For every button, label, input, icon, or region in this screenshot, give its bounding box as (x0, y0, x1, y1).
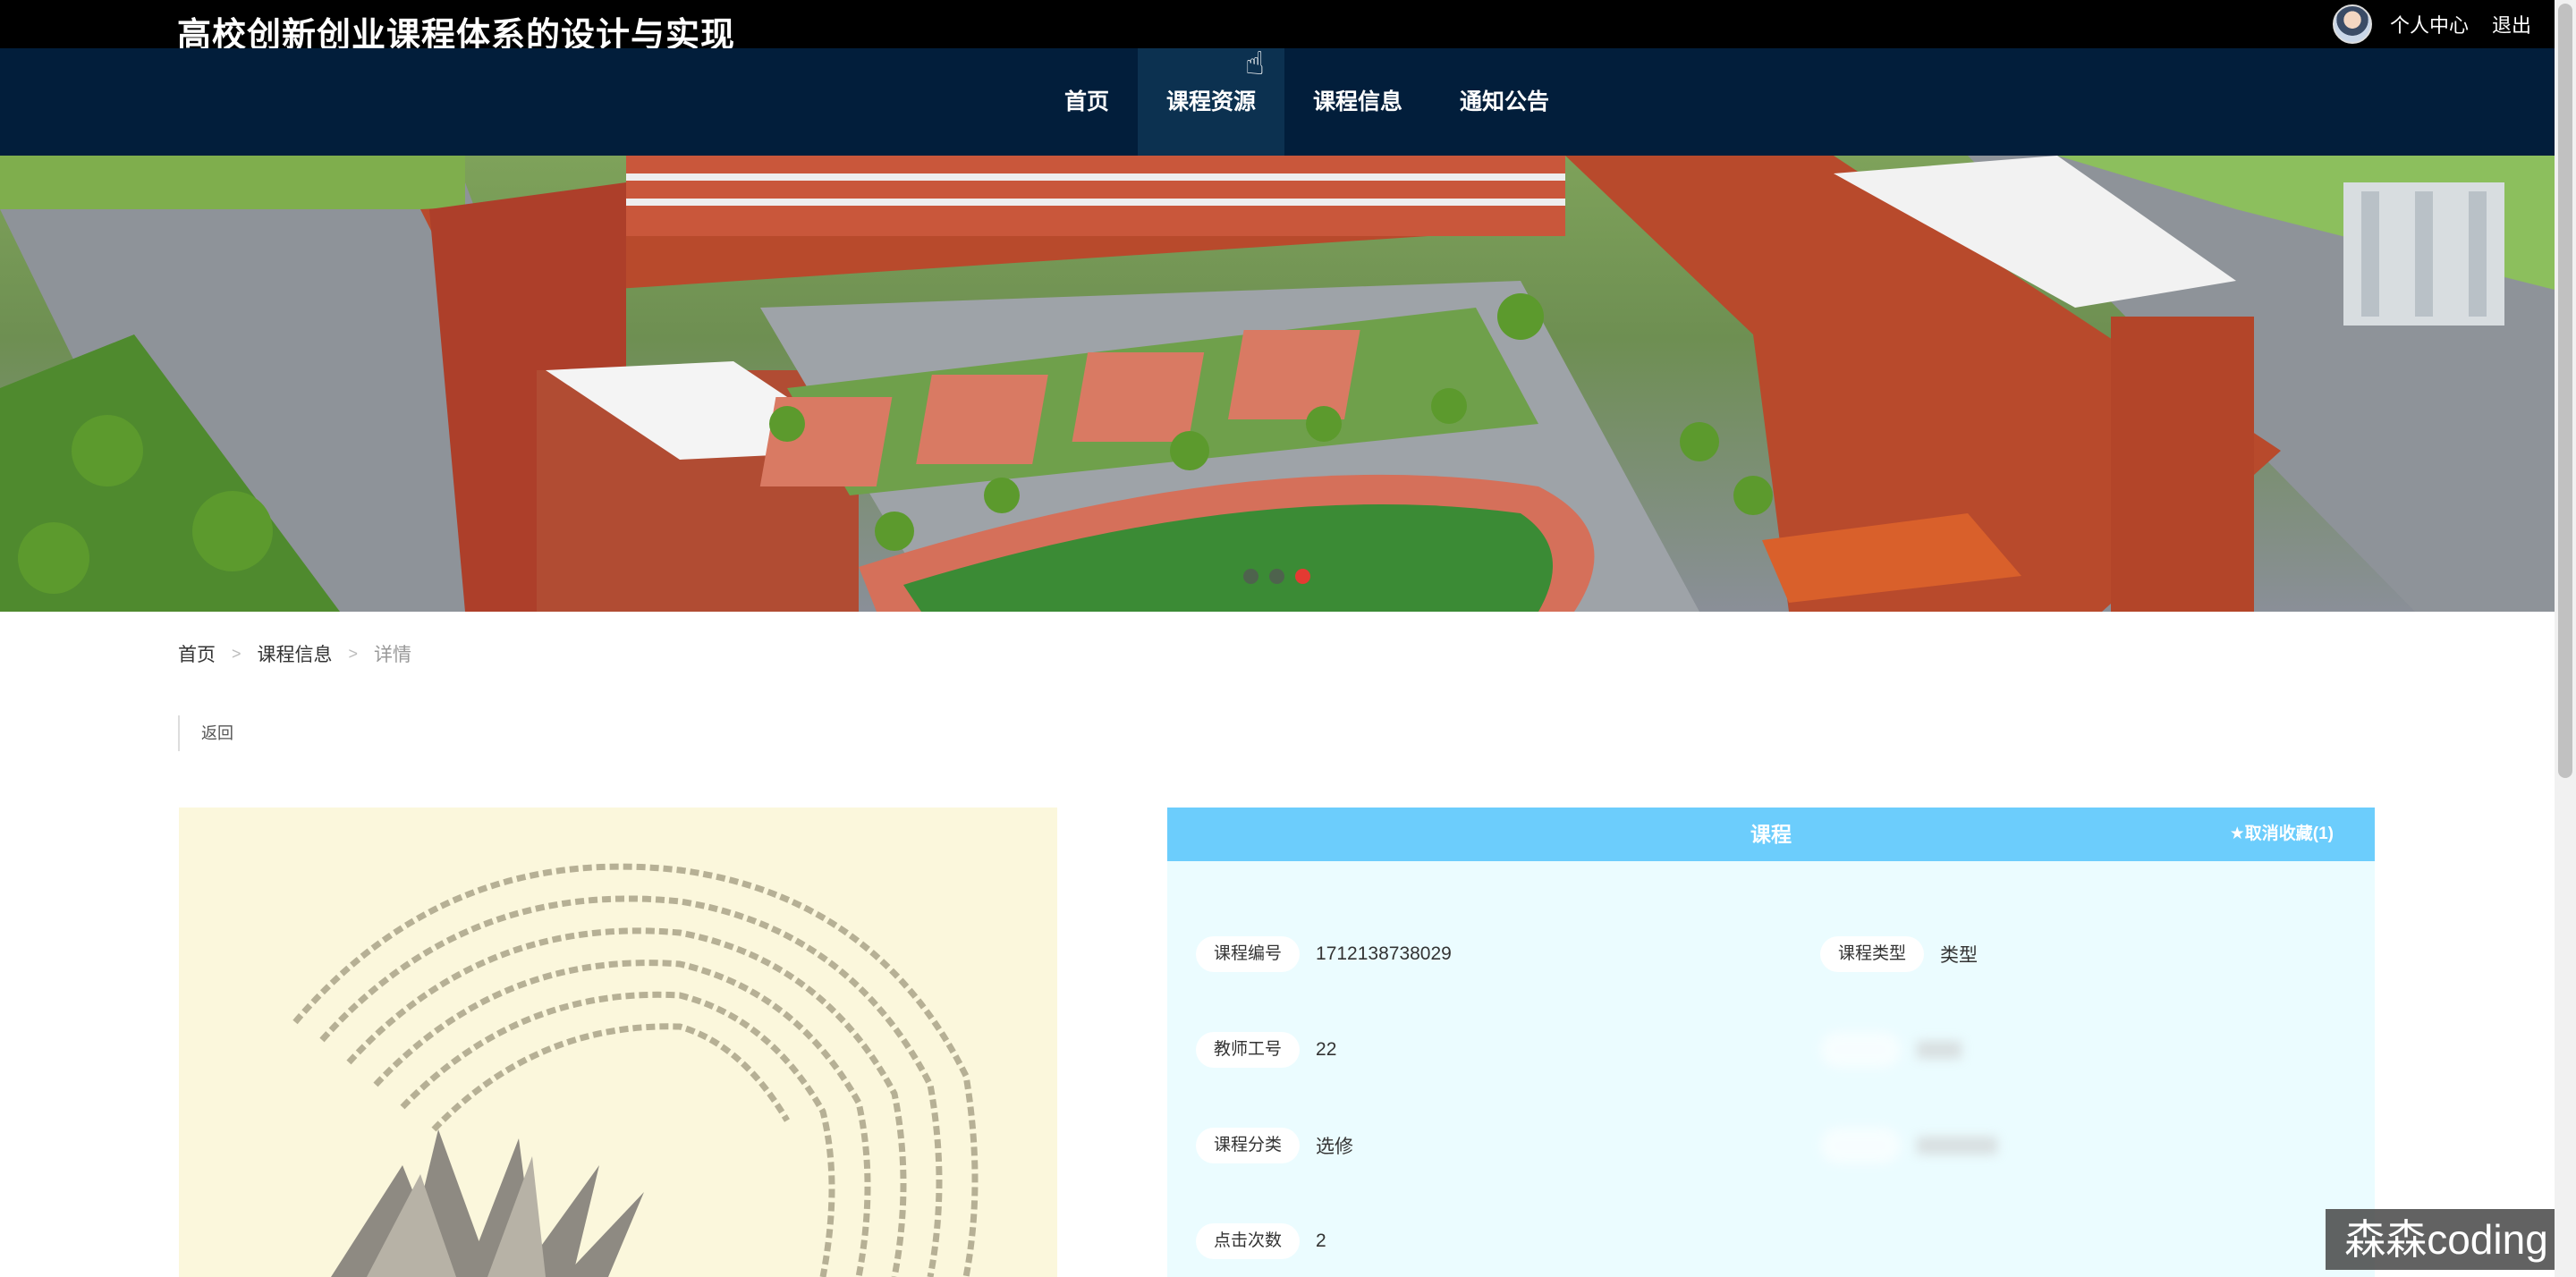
field-label: 课程编号 (1196, 936, 1301, 972)
field-value: 1712138738029 (1316, 943, 1452, 964)
carousel-dot-1[interactable] (1243, 569, 1258, 584)
field-label: 教师工号 (1196, 1032, 1301, 1068)
field-value: 选修 (1316, 1137, 1354, 1157)
breadcrumb-separator: > (232, 644, 242, 663)
book-cover-image (292, 863, 979, 1277)
field-obscured-2 (1820, 1128, 1997, 1163)
breadcrumb-course-info[interactable]: 课程信息 (258, 640, 333, 667)
breadcrumb-separator: > (348, 644, 359, 663)
nav-item-notices[interactable]: 通知公告 (1431, 48, 1578, 156)
field-label: 点击次数 (1196, 1223, 1301, 1259)
carousel-dot-2[interactable] (1269, 569, 1284, 584)
detail-body: 课程编号 1712138738029 课程类型 类型 教师工号 22 课程分类 … (1167, 861, 2375, 1277)
watermark: 森森coding (2326, 1209, 2567, 1270)
user-center-link[interactable]: 个人中心 (2390, 10, 2469, 38)
breadcrumb-home[interactable]: 首页 (178, 640, 216, 667)
nav-item-home[interactable]: 首页 (1036, 48, 1138, 156)
field-value (1917, 1041, 1962, 1059)
main-nav: 首页 课程资源 课程信息 通知公告 (0, 48, 2555, 156)
user-area: 个人中心 退出 (2332, 0, 2555, 48)
detail-title: 课程 (1750, 823, 1792, 846)
avatar[interactable] (2332, 4, 2372, 44)
campus-banner-image (0, 156, 2555, 612)
cancel-favorite-button[interactable]: ★取消收藏(1) (2230, 808, 2334, 861)
field-label: 课程类型 (1820, 936, 1925, 972)
field-course-category: 课程分类 选修 (1196, 1128, 1353, 1163)
scrollbar-thumb[interactable] (2558, 4, 2572, 778)
field-value: 22 (1316, 1039, 1337, 1060)
nav-item-course-info[interactable]: 课程信息 (1284, 48, 1431, 156)
field-value (1917, 1137, 1997, 1154)
hand-cursor-icon: ☝ (1245, 45, 1265, 81)
field-course-number: 课程编号 1712138738029 (1196, 936, 1452, 972)
breadcrumb-current: 详情 (374, 645, 412, 665)
field-value: 2 (1316, 1230, 1326, 1251)
field-label (1820, 1032, 1901, 1068)
logout-link[interactable]: 退出 (2492, 10, 2531, 38)
course-image (179, 808, 1057, 1277)
breadcrumb: 首页 > 课程信息 > 详情 (178, 640, 411, 667)
field-teacher-id: 教师工号 22 (1196, 1032, 1336, 1068)
field-course-type: 课程类型 类型 (1820, 936, 1978, 972)
field-click-count: 点击次数 2 (1196, 1223, 1326, 1259)
top-bar: 高校创新创业课程体系的设计与实现 个人中心 退出 (0, 0, 2555, 55)
back-button[interactable]: 返回 (178, 715, 255, 751)
field-obscured-1 (1820, 1032, 1962, 1068)
field-label: 课程分类 (1196, 1128, 1301, 1163)
field-label (1820, 1128, 1901, 1163)
detail-header: 课程 ★取消收藏(1) (1167, 808, 2375, 861)
carousel-dot-3[interactable] (1295, 569, 1310, 584)
banner-carousel[interactable] (0, 156, 2555, 612)
carousel-indicators (1243, 569, 1310, 584)
field-value: 类型 (1940, 945, 1979, 966)
page-scrollbar[interactable] (2555, 0, 2576, 1277)
